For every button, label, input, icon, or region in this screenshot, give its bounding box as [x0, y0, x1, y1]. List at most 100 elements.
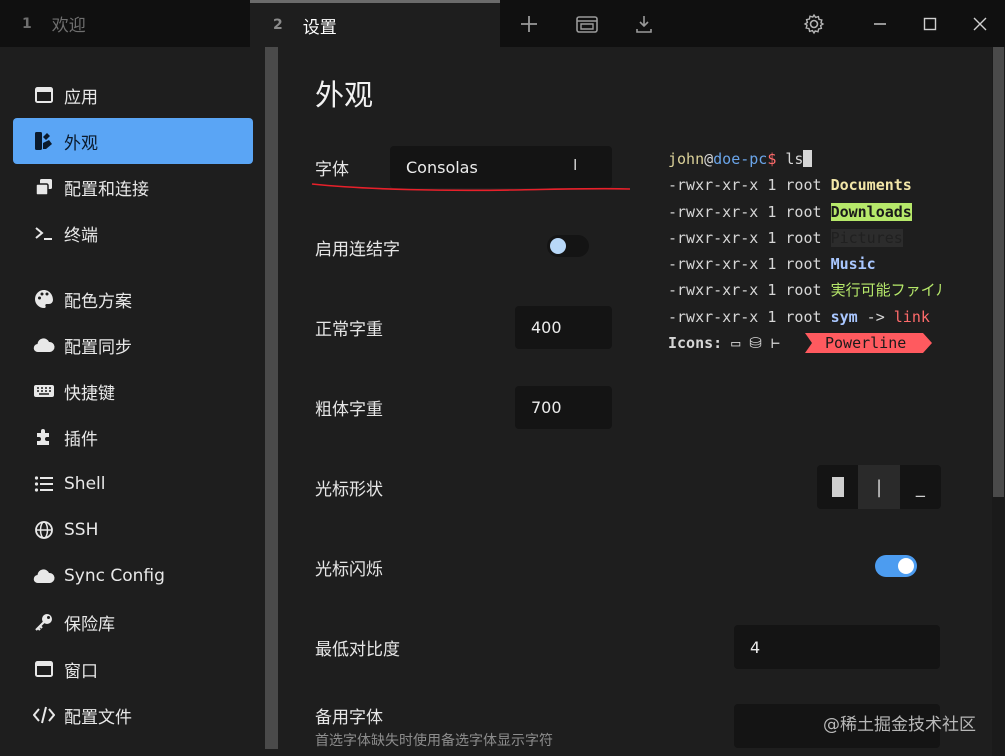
- windows-stack-icon: [33, 176, 55, 198]
- ligatures-label: 启用连结字: [315, 240, 400, 260]
- normal-weight-label: 正常字重: [315, 320, 383, 340]
- file-perm: -rwxr-xr-x 1 root: [668, 176, 831, 195]
- sidebar-item-profiles[interactable]: 配置和连接: [13, 164, 253, 210]
- prompt-at: @: [704, 150, 714, 168]
- min-contrast-label: 最低对比度: [315, 640, 400, 660]
- terminal-preview: john@doe-pc$ ls -rwxr-xr-x 1 root Docume…: [668, 146, 941, 361]
- bold-weight-input[interactable]: 700: [515, 386, 612, 429]
- prompt-user: john: [668, 150, 705, 168]
- sidebar-item-shell[interactable]: Shell: [13, 461, 253, 507]
- bold-weight-label: 粗体字重: [315, 400, 383, 420]
- terminal-cursor: [803, 150, 813, 167]
- sidebar-item-config-file[interactable]: 配置文件: [13, 692, 253, 738]
- sidebar-item-vault[interactable]: 保险库: [13, 599, 253, 645]
- cursor-blink-toggle[interactable]: [875, 555, 917, 577]
- sidebar-item-label: 插件: [64, 429, 98, 450]
- sidebar-item-plugins[interactable]: 插件: [13, 414, 253, 460]
- sidebar-item-ssh[interactable]: SSH: [13, 507, 253, 553]
- code-icon: [33, 704, 55, 726]
- icons-label: Icons:: [668, 334, 732, 353]
- beam-cursor-icon: |: [875, 476, 883, 498]
- sidebar-item-label: Shell: [64, 474, 106, 494]
- bold-weight-value: 700: [531, 398, 562, 417]
- close-icon[interactable]: [960, 0, 1000, 47]
- file-symlink: sym: [830, 307, 858, 326]
- font-label: 字体: [315, 160, 349, 180]
- min-contrast-input[interactable]: 4: [734, 625, 940, 669]
- globe-icon: [33, 519, 55, 541]
- toggle-knob: [550, 238, 566, 254]
- sidebar-item-label: 终端: [64, 225, 98, 246]
- tab-label: 欢迎: [51, 16, 86, 36]
- sidebar-item-terminal[interactable]: 终端: [13, 210, 253, 256]
- tab-welcome[interactable]: 1 欢迎: [0, 0, 250, 47]
- key-icon: [33, 611, 55, 633]
- minimize-icon[interactable]: [860, 0, 900, 47]
- sidebar-item-label: Sync Config: [64, 566, 165, 586]
- tab-bar: 1 欢迎 2 设置: [0, 0, 1005, 47]
- normal-weight-value: 400: [531, 318, 562, 337]
- underline-cursor-icon: _: [915, 476, 925, 498]
- prompt-host: doe-pc: [713, 150, 768, 168]
- sidebar-item-hotkeys[interactable]: 快捷键: [13, 368, 253, 414]
- file-perm: -rwxr-xr-x 1 root: [668, 202, 831, 221]
- scrollbar-thumb[interactable]: [993, 47, 1004, 497]
- watermark: @稀土掘金技术社区: [823, 715, 976, 735]
- window-icon[interactable]: [567, 0, 607, 47]
- symlink-target: link: [893, 307, 930, 326]
- sidebar-item-label: 配置和连接: [64, 179, 149, 200]
- maximize-icon[interactable]: [910, 0, 950, 47]
- plus-icon[interactable]: [509, 0, 549, 47]
- cloud-icon: [33, 565, 55, 587]
- palette-icon: [33, 288, 55, 310]
- cursor-underline-option[interactable]: _: [900, 465, 941, 509]
- text-caret: I: [573, 156, 578, 174]
- gear-icon[interactable]: [794, 0, 834, 47]
- normal-weight-input[interactable]: 400: [515, 306, 612, 349]
- file-perm: -rwxr-xr-x 1 root: [668, 228, 831, 247]
- page-title: 外观: [315, 78, 374, 112]
- fallback-font-description: 首选字体缺失时使用备选字体显示字符: [315, 733, 553, 749]
- powerline-label: Powerline: [825, 334, 907, 352]
- sidebar-item-config-sync[interactable]: 配置同步: [13, 322, 253, 368]
- fallback-font-label: 备用字体: [315, 708, 383, 728]
- sidebar-item-window[interactable]: 窗口: [13, 646, 253, 692]
- tab-number: 2: [273, 17, 283, 33]
- sidebar-item-label: 外观: [64, 133, 98, 154]
- cursor-shape-label: 光标形状: [315, 480, 383, 500]
- sidebar-item-label: 应用: [64, 87, 98, 108]
- tab-number: 1: [22, 15, 32, 32]
- tab-settings[interactable]: 2 设置: [250, 0, 500, 47]
- settings-content: 外观 字体 Consolas I 启用连结字 正常字重 400 粗体字重 700…: [278, 47, 992, 756]
- sidebar-item-label: SSH: [64, 520, 99, 540]
- cursor-block-option[interactable]: [817, 465, 858, 509]
- list-icon: [33, 473, 55, 495]
- sidebar-item-sync-config[interactable]: Sync Config: [13, 553, 253, 599]
- cursor-beam-option[interactable]: |: [858, 465, 900, 509]
- terminal-icon: [33, 222, 55, 244]
- sidebar-scrollbar[interactable]: [265, 47, 278, 749]
- icon-glyphs: ▭ ⛁ ⊢: [731, 334, 789, 353]
- font-value: Consolas: [406, 157, 478, 177]
- file-perm: -rwxr-xr-x 1 root: [668, 307, 831, 326]
- sidebar-item-color-schemes[interactable]: 配色方案: [13, 276, 253, 322]
- toggle-knob: [898, 558, 914, 574]
- keyboard-icon: [33, 380, 55, 402]
- sidebar-item-label: 配置文件: [64, 707, 132, 728]
- file-pictures: Pictures: [830, 228, 903, 247]
- file-music: Music: [830, 255, 876, 274]
- ligatures-toggle[interactable]: [547, 235, 589, 257]
- font-input[interactable]: Consolas I: [390, 146, 612, 188]
- puzzle-icon: [33, 426, 55, 448]
- settings-sidebar: 应用 外观 配置和连接 终端 配色方案 配置同步 快捷键 插件 Shell SS…: [0, 47, 265, 756]
- sidebar-item-application[interactable]: 应用: [13, 72, 253, 118]
- window-icon: [33, 658, 55, 680]
- download-icon[interactable]: [624, 0, 664, 47]
- symlink-arrow: ->: [857, 307, 894, 326]
- cursor-blink-label: 光标闪烁: [315, 560, 383, 580]
- sidebar-item-appearance[interactable]: 外观: [13, 118, 253, 164]
- palette-brush-icon: [33, 130, 55, 152]
- content-scrollbar[interactable]: [992, 47, 1005, 756]
- sidebar-item-label: 保险库: [64, 614, 115, 635]
- sidebar-item-label: 配色方案: [64, 291, 132, 312]
